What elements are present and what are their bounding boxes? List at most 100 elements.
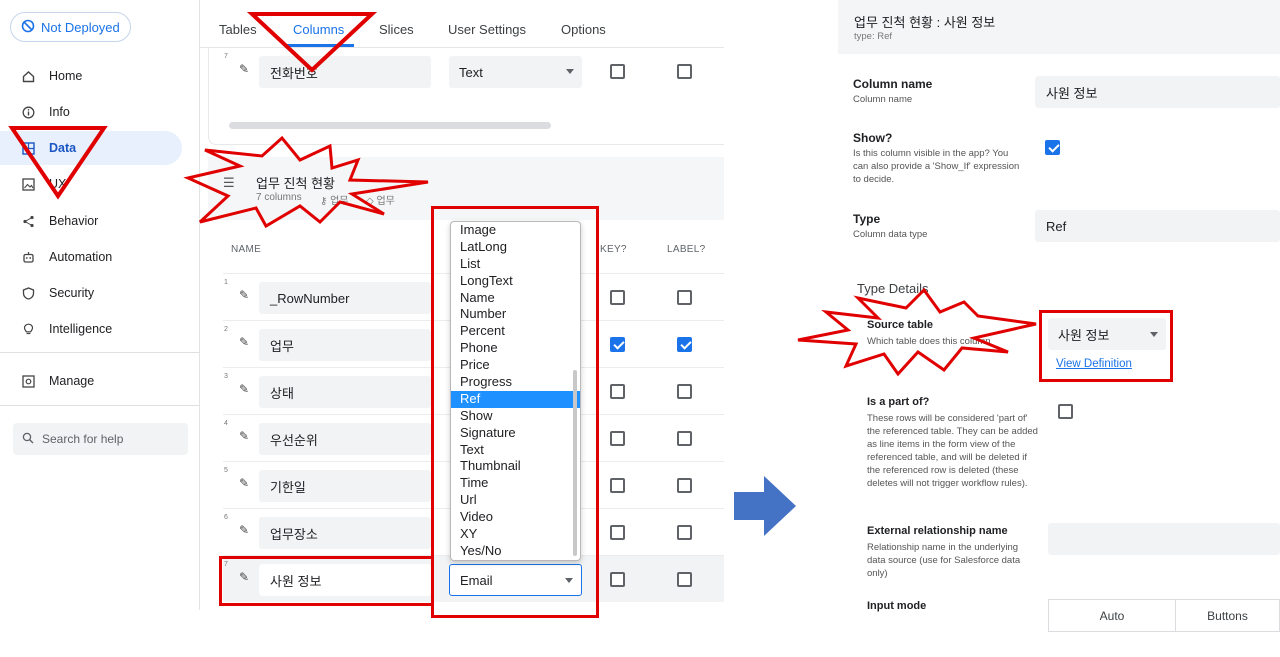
is-part-of-label: Is a part of? bbox=[867, 396, 930, 408]
column-name-field[interactable]: 전화번호 bbox=[259, 56, 431, 88]
tab-tables[interactable]: Tables bbox=[219, 22, 257, 37]
input-mode-auto-button[interactable]: Auto bbox=[1048, 599, 1176, 632]
pencil-icon[interactable]: ✎ bbox=[239, 523, 249, 537]
annotation-rect-source-table bbox=[1039, 310, 1173, 382]
right-arrow-icon bbox=[734, 476, 796, 541]
pencil-icon[interactable]: ✎ bbox=[239, 62, 249, 76]
sidebar-item-security[interactable]: Security bbox=[0, 276, 182, 310]
row-number: 1 bbox=[224, 279, 228, 286]
show-label: Show? bbox=[853, 131, 893, 145]
label-checkbox[interactable] bbox=[677, 384, 692, 399]
sidebar-item-label: Intelligence bbox=[49, 322, 113, 336]
pencil-icon[interactable]: ✎ bbox=[239, 382, 249, 396]
sidebar-item-label: Info bbox=[49, 105, 70, 119]
horizontal-scrollbar[interactable] bbox=[229, 122, 551, 129]
pencil-icon[interactable]: ✎ bbox=[239, 476, 249, 490]
sidebar-item-label: Home bbox=[49, 69, 83, 83]
label-checkbox[interactable] bbox=[677, 290, 692, 305]
is-part-of-checkbox[interactable] bbox=[1058, 404, 1073, 419]
label-checkbox[interactable] bbox=[677, 64, 692, 79]
sidebar-item-info[interactable]: Info bbox=[0, 95, 182, 129]
column-type-select[interactable]: Text bbox=[449, 56, 582, 88]
column-name-field[interactable]: _RowNumber bbox=[259, 282, 431, 314]
column-name-field[interactable]: 우선순위 bbox=[259, 423, 431, 455]
column-name-field[interactable]: 기한일 bbox=[259, 470, 431, 502]
row-number: 5 bbox=[224, 467, 228, 474]
column-header-key: KEY? bbox=[600, 244, 627, 255]
deploy-status-text: Not Deployed bbox=[41, 19, 120, 35]
key-checkbox[interactable] bbox=[610, 478, 625, 493]
type-select[interactable]: Ref bbox=[1035, 210, 1280, 242]
table-row[interactable]: 7 ✎ 전화번호 Text bbox=[223, 48, 724, 95]
pencil-icon[interactable]: ✎ bbox=[239, 429, 249, 443]
label-checkbox[interactable] bbox=[677, 337, 692, 352]
key-checkbox[interactable] bbox=[610, 572, 625, 587]
sidebar: Not Deployed Home Info Data UX Behavior … bbox=[0, 0, 200, 610]
table-label-value: 업무 bbox=[376, 196, 395, 207]
tab-columns[interactable]: Columns bbox=[293, 22, 344, 37]
column-name-field[interactable]: 상태 bbox=[259, 376, 431, 408]
sidebar-item-label: Behavior bbox=[49, 214, 99, 228]
sidebar-item-data[interactable]: Data bbox=[0, 131, 182, 165]
table-icon bbox=[20, 140, 36, 156]
label-checkbox[interactable] bbox=[677, 431, 692, 446]
sidebar-item-behavior[interactable]: Behavior bbox=[0, 204, 182, 238]
manage-icon bbox=[20, 373, 36, 389]
sidebar-item-home[interactable]: Home bbox=[0, 59, 182, 93]
tab-user-settings[interactable]: User Settings bbox=[448, 22, 526, 37]
source-table-label: Source table bbox=[867, 319, 934, 331]
help-search-input[interactable]: Search for help bbox=[13, 423, 188, 455]
row-number: 3 bbox=[224, 373, 228, 380]
type-label: Type bbox=[853, 212, 881, 226]
type-details-title: Type Details bbox=[857, 281, 929, 296]
column-name-help: Column name bbox=[853, 94, 913, 105]
key-checkbox[interactable] bbox=[610, 525, 625, 540]
row-number: 2 bbox=[224, 326, 228, 333]
key-checkbox[interactable] bbox=[610, 384, 625, 399]
key-checkbox[interactable] bbox=[610, 64, 625, 79]
key-checkbox[interactable] bbox=[610, 290, 625, 305]
pencil-icon[interactable]: ✎ bbox=[239, 335, 249, 349]
label-checkbox[interactable] bbox=[677, 572, 692, 587]
table-title: 업무 진척 현황 bbox=[256, 176, 335, 191]
deploy-status-badge[interactable]: Not Deployed bbox=[10, 12, 131, 42]
column-name-input[interactable]: 사원 정보 bbox=[1035, 76, 1280, 108]
key-checkbox[interactable] bbox=[610, 431, 625, 446]
sidebar-item-manage[interactable]: Manage bbox=[0, 364, 182, 398]
sidebar-item-label: UX bbox=[49, 177, 67, 191]
home-icon bbox=[20, 68, 36, 84]
column-name-label: Column name bbox=[853, 77, 933, 91]
table-key-meta: ⚷ 업무 bbox=[320, 196, 349, 207]
external-relationship-input[interactable] bbox=[1048, 523, 1280, 555]
sidebar-item-automation[interactable]: Automation bbox=[0, 240, 182, 274]
robot-icon bbox=[20, 249, 36, 265]
appsheet-editor: Not Deployed Home Info Data UX Behavior … bbox=[0, 0, 724, 610]
column-name-field[interactable]: 업무장소 bbox=[259, 517, 431, 549]
pencil-icon[interactable]: ✎ bbox=[239, 288, 249, 302]
sidebar-item-intelligence[interactable]: Intelligence bbox=[0, 312, 182, 346]
label-checkbox[interactable] bbox=[677, 525, 692, 540]
type-help: Column data type bbox=[853, 229, 928, 240]
column-name-field[interactable]: 업무 bbox=[259, 329, 431, 361]
show-checkbox[interactable] bbox=[1045, 140, 1060, 155]
sidebar-item-label: Automation bbox=[49, 250, 113, 264]
sidebar-item-ux[interactable]: UX bbox=[0, 167, 182, 201]
tab-options[interactable]: Options bbox=[561, 22, 606, 37]
image-icon bbox=[20, 176, 36, 192]
sidebar-item-label: Security bbox=[49, 286, 95, 300]
column-header-name: NAME bbox=[231, 244, 262, 255]
detail-header: 업무 진척 현황 : 사원 정보 type: Ref bbox=[838, 0, 1280, 54]
sidebar-item-label: Manage bbox=[49, 374, 95, 388]
label-checkbox[interactable] bbox=[677, 478, 692, 493]
row-number: 7 bbox=[224, 53, 228, 60]
external-relationship-help: Relationship name in the underlying data… bbox=[867, 542, 1021, 579]
tab-slices[interactable]: Slices bbox=[379, 22, 414, 37]
lightbulb-icon bbox=[20, 321, 36, 337]
input-mode-buttons-button[interactable]: Buttons bbox=[1175, 599, 1280, 632]
key-checkbox[interactable] bbox=[610, 337, 625, 352]
no-entry-icon bbox=[21, 19, 35, 36]
chevron-down-icon bbox=[566, 69, 574, 74]
show-help: Is this column visible in the app? You c… bbox=[853, 148, 1020, 185]
detail-title: 업무 진척 현황 : 사원 정보 bbox=[854, 15, 996, 30]
list-icon: ☰ bbox=[223, 175, 235, 190]
